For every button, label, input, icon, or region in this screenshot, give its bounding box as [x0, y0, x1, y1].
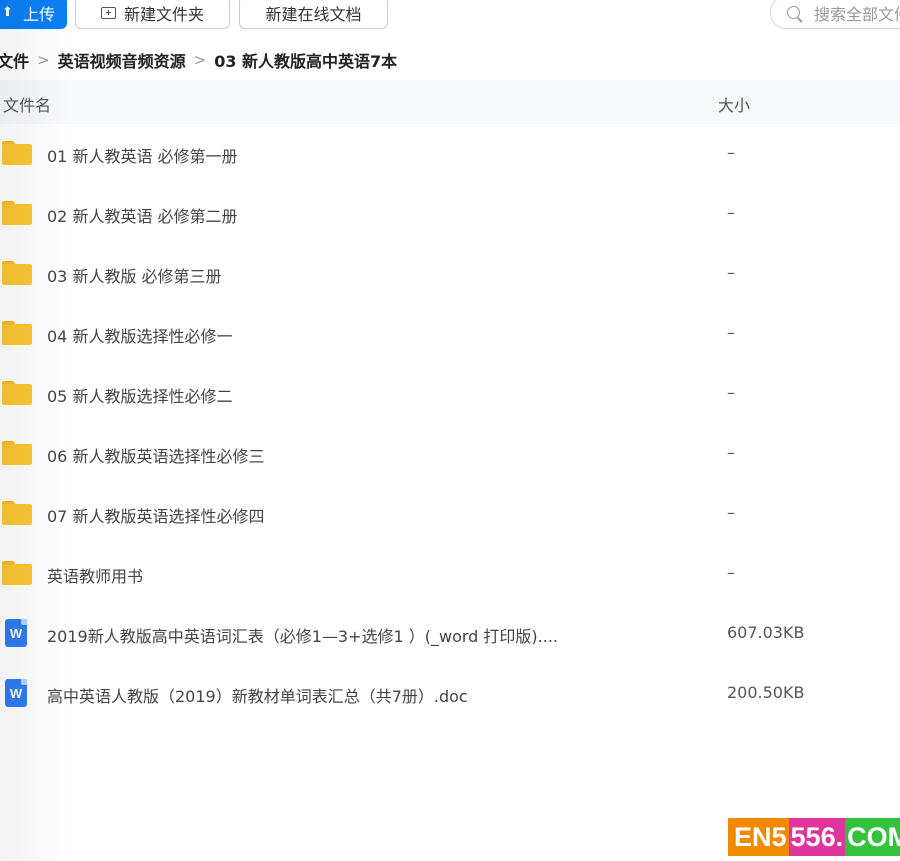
- folder-icon: [2, 141, 32, 165]
- folder-icon-shape: [2, 381, 32, 405]
- folder-icon-shape: [2, 261, 32, 285]
- folder-icon-shape: [2, 501, 32, 525]
- folder-icon-shape: [2, 141, 32, 165]
- file-row[interactable]: 04 新人教版选择性必修一 –: [0, 304, 900, 364]
- folder-plus-icon: [100, 6, 116, 19]
- file-row[interactable]: 07 新人教版英语选择性必修四 –: [0, 484, 900, 544]
- breadcrumb-item-resources[interactable]: 英语视频音频资源: [58, 48, 186, 72]
- folder-icon: [2, 321, 32, 345]
- search-placeholder: 搜索全部文件: [814, 4, 900, 24]
- folder-icon: [2, 201, 32, 225]
- breadcrumb-item-current: 03 新人教版高中英语7本: [214, 52, 398, 71]
- file-name[interactable]: 英语教师用书: [47, 563, 143, 587]
- file-row[interactable]: W 2019新人教版高中英语词汇表（必修1—3+选修1 ）(_word 打印版).…: [0, 604, 900, 664]
- folder-icon: [2, 381, 32, 405]
- file-size: –: [727, 203, 735, 222]
- file-size: –: [727, 503, 735, 522]
- watermark-logo: EN5 556. COM: [728, 818, 900, 856]
- file-size: 607.03KB: [727, 623, 805, 642]
- file-name[interactable]: 高中英语人教版（2019）新教材单词表汇总（共7册）.doc: [47, 683, 468, 707]
- file-name[interactable]: 02 新人教英语 必修第二册: [47, 203, 238, 227]
- upload-label: 上传: [22, 4, 55, 24]
- folder-icon-shape: [2, 201, 32, 225]
- search-icon: [787, 6, 800, 19]
- breadcrumb-item-root[interactable]: 文件: [0, 48, 29, 72]
- file-row[interactable]: 06 新人教版英语选择性必修三 –: [0, 424, 900, 484]
- file-size: –: [727, 263, 735, 282]
- column-header-name[interactable]: 文件名: [3, 92, 51, 116]
- word-doc-icon: W: [2, 679, 27, 709]
- file-size: –: [727, 563, 735, 582]
- file-name[interactable]: 05 新人教版选择性必修二: [47, 383, 232, 407]
- file-row[interactable]: 05 新人教版选择性必修二 –: [0, 364, 900, 424]
- chevron-right-icon: >: [193, 51, 207, 69]
- folder-icon-shape: [2, 321, 32, 345]
- file-list: 01 新人教英语 必修第一册 –02 新人教英语 必修第二册 –03 新人教版 必修…: [0, 124, 900, 724]
- breadcrumb: 文件 > 英语视频音频资源 > 03 新人教版高中英语7本: [0, 48, 397, 72]
- folder-icon: [2, 561, 32, 585]
- file-size: –: [727, 143, 735, 162]
- file-size: –: [727, 443, 735, 462]
- new-folder-button[interactable]: 新建文件夹: [75, 0, 230, 29]
- upload-icon: ⬆: [2, 5, 13, 20]
- folder-icon: [2, 261, 32, 285]
- folder-icon-shape: [2, 561, 32, 585]
- file-name[interactable]: 04 新人教版选择性必修一: [47, 323, 232, 347]
- file-name[interactable]: 01 新人教英语 必修第一册: [47, 143, 238, 167]
- file-size: –: [727, 323, 735, 342]
- file-size: –: [727, 383, 735, 402]
- file-name[interactable]: 07 新人教版英语选择性必修四: [47, 503, 264, 527]
- new-online-doc-button[interactable]: 新建在线文档: [239, 0, 388, 29]
- file-size: 200.50KB: [727, 683, 805, 702]
- toolbar: ⬆ 上传 新建文件夹 新建在线文档 搜索全部文件: [0, 0, 900, 32]
- file-row[interactable]: W 高中英语人教版（2019）新教材单词表汇总（共7册）.doc 200.50KB: [0, 664, 900, 724]
- watermark-part1: EN5: [728, 818, 789, 856]
- new-online-doc-label: 新建在线文档: [265, 4, 362, 24]
- folder-icon: [2, 501, 32, 525]
- file-name[interactable]: 03 新人教版 必修第三册: [47, 263, 222, 287]
- word-doc-icon: W: [2, 619, 27, 649]
- chevron-right-icon: >: [37, 51, 50, 69]
- file-name[interactable]: 2019新人教版高中英语词汇表（必修1—3+选修1 ）(_word 打印版)..…: [47, 623, 558, 647]
- watermark-part2: 556.: [788, 818, 846, 856]
- word-doc-icon-shape: W: [5, 619, 27, 647]
- folder-icon: [2, 441, 32, 465]
- watermark-part3: COM: [845, 818, 900, 856]
- file-row[interactable]: 01 新人教英语 必修第一册 –: [0, 124, 900, 184]
- file-row[interactable]: 03 新人教版 必修第三册 –: [0, 244, 900, 304]
- file-row[interactable]: 02 新人教英语 必修第二册 –: [0, 184, 900, 244]
- word-doc-icon-shape: W: [5, 679, 27, 707]
- search-input[interactable]: 搜索全部文件: [770, 0, 900, 29]
- file-list-header: 文件名 大小: [0, 80, 900, 124]
- column-header-size[interactable]: 大小: [718, 92, 750, 116]
- folder-icon-shape: [2, 441, 32, 465]
- file-name[interactable]: 06 新人教版英语选择性必修三: [47, 443, 264, 467]
- file-row[interactable]: 英语教师用书 –: [0, 544, 900, 604]
- new-folder-label: 新建文件夹: [123, 4, 204, 24]
- upload-button[interactable]: ⬆ 上传: [0, 0, 67, 29]
